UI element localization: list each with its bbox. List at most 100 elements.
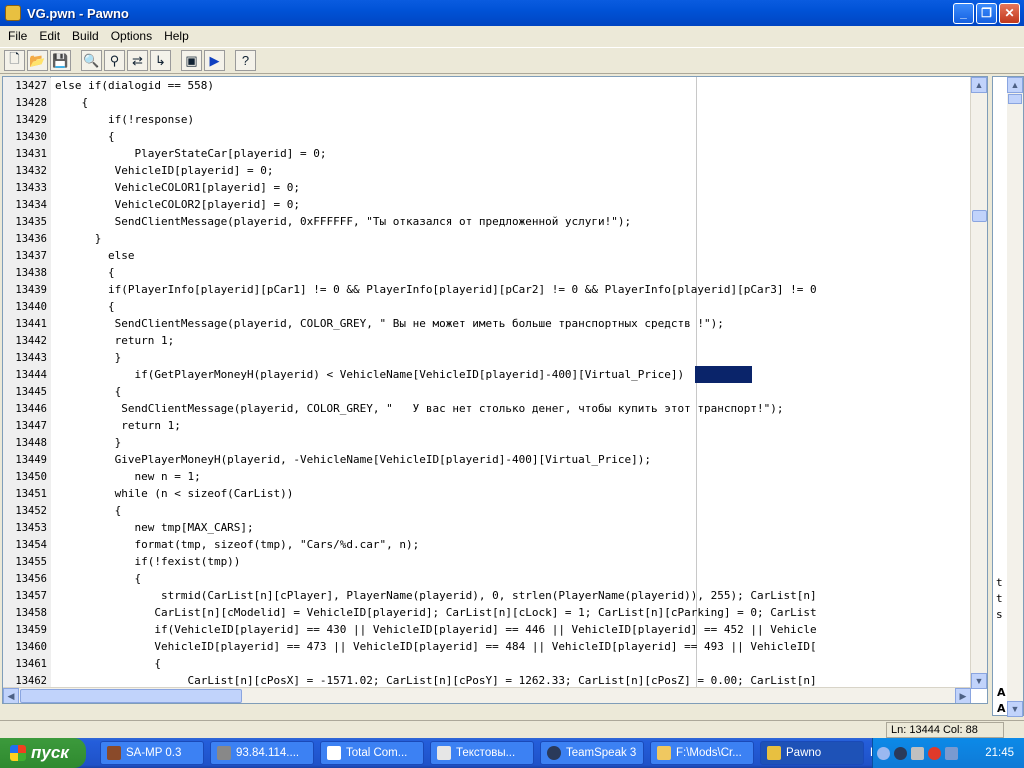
code-line[interactable]: 13460 VehicleID[playerid] == 473 || Vehi…	[3, 638, 971, 656]
vertical-scrollbar[interactable]: ▲ ▼	[970, 77, 987, 689]
menu-help[interactable]: Help	[158, 29, 195, 43]
line-text[interactable]: GivePlayerMoneyH(playerid, -VehicleName[…	[51, 451, 651, 468]
pane-scroll-thumb[interactable]	[1008, 94, 1022, 104]
code-line[interactable]: 13458 CarList[n][cModelid] = VehicleID[p…	[3, 604, 971, 622]
line-text[interactable]: {	[51, 570, 141, 587]
line-text[interactable]: new tmp[MAX_CARS];	[51, 519, 253, 536]
code-line[interactable]: 13443 }	[3, 349, 971, 367]
code-line[interactable]: 13433 VehicleCOLOR1[playerid] = 0;	[3, 179, 971, 197]
line-text[interactable]: }	[51, 349, 122, 366]
line-text[interactable]: {	[51, 502, 122, 519]
run-icon[interactable]: ▶	[204, 50, 225, 71]
line-text[interactable]: format(tmp, sizeof(tmp), "Cars/%d.car", …	[51, 536, 419, 553]
task-text-editor[interactable]: Текстовы...	[430, 741, 534, 765]
line-text[interactable]: {	[51, 655, 161, 672]
code-line[interactable]: 13444 if(GetPlayerMoneyH(playerid) < Veh…	[3, 366, 971, 384]
code-line[interactable]: 13454 format(tmp, sizeof(tmp), "Cars/%d.…	[3, 536, 971, 554]
task-teamspeak[interactable]: TeamSpeak 3	[540, 741, 644, 765]
line-text[interactable]: SendClientMessage(playerid, COLOR_GREY, …	[51, 315, 724, 332]
code-line[interactable]: 13440 {	[3, 298, 971, 316]
code-area[interactable]: 13427 else if(dialogid == 558) 13428 {1342…	[3, 77, 971, 689]
code-line[interactable]: 13428 {	[3, 94, 971, 112]
code-line[interactable]: 13435 SendClientMessage(playerid, 0xFFFF…	[3, 213, 971, 231]
line-text[interactable]: SendClientMessage(playerid, 0xFFFFFF, "Т…	[51, 213, 632, 230]
line-text[interactable]: return 1;	[51, 417, 181, 434]
compile-icon[interactable]: ▣	[181, 50, 202, 71]
task-network[interactable]: 93.84.114....	[210, 741, 314, 765]
start-button[interactable]: пуск	[0, 738, 86, 768]
code-line[interactable]: 13442 return 1;	[3, 332, 971, 350]
line-text[interactable]: PlayerStateCar[playerid] = 0;	[51, 145, 326, 162]
code-line[interactable]: 13438 {	[3, 264, 971, 282]
menu-edit[interactable]: Edit	[33, 29, 66, 43]
opera-tray-icon[interactable]	[928, 746, 941, 760]
code-line[interactable]: 13439 if(PlayerInfo[playerid][pCar1] != …	[3, 281, 971, 299]
menu-file[interactable]: File	[2, 29, 33, 43]
code-line[interactable]: 13459 if(VehicleID[playerid] == 430 || V…	[3, 621, 971, 639]
horizontal-scroll-thumb[interactable]	[20, 689, 242, 703]
horizontal-scrollbar[interactable]: ◀ ▶	[3, 687, 971, 703]
function-list-pane[interactable]: t t s A A ▲ ▼	[992, 76, 1024, 717]
task-total-commander[interactable]: Total Com...	[320, 741, 424, 765]
menu-options[interactable]: Options	[105, 29, 158, 43]
code-editor[interactable]: 13427 else if(dialogid == 558) 13428 {1342…	[2, 76, 988, 704]
code-line[interactable]: 13451 while (n < sizeof(CarList))	[3, 485, 971, 503]
help-icon[interactable]: ?	[235, 50, 256, 71]
vertical-scroll-thumb[interactable]	[972, 210, 987, 222]
code-line[interactable]: 13450 new n = 1;	[3, 468, 971, 486]
line-text[interactable]: {	[51, 94, 88, 111]
scroll-right-icon[interactable]: ▶	[955, 688, 971, 703]
code-line[interactable]: 13461 {	[3, 655, 971, 673]
code-line[interactable]: 13448 }	[3, 434, 971, 452]
scroll-up-icon[interactable]: ▲	[971, 77, 987, 93]
line-text[interactable]: new n = 1;	[51, 468, 200, 485]
task-samp[interactable]: SA-MP 0.3	[100, 741, 204, 765]
code-line[interactable]: 13449 GivePlayerMoneyH(playerid, -Vehicl…	[3, 451, 971, 469]
line-text[interactable]: VehicleID[playerid] = 0;	[51, 162, 274, 179]
line-text[interactable]: SendClientMessage(playerid, COLOR_GREY, …	[51, 400, 783, 417]
code-line[interactable]: 13432 VehicleID[playerid] = 0;	[3, 162, 971, 180]
find-next-icon[interactable]: ⚲	[104, 50, 125, 71]
code-line[interactable]: 13434 VehicleCOLOR2[playerid] = 0;	[3, 196, 971, 214]
code-line[interactable]: 13441 SendClientMessage(playerid, COLOR_…	[3, 315, 971, 333]
code-line[interactable]: 13446 SendClientMessage(playerid, COLOR_…	[3, 400, 971, 418]
task-folder[interactable]: F:\Mods\Cr...	[650, 741, 754, 765]
line-text[interactable]: {	[51, 264, 115, 281]
code-line[interactable]: 13445 {	[3, 383, 971, 401]
find-icon[interactable]: 🔍	[81, 50, 102, 71]
line-text[interactable]: }	[51, 230, 102, 247]
line-text[interactable]: {	[51, 383, 122, 400]
line-text[interactable]: if(!fexist(tmp))	[51, 553, 240, 570]
scroll-down-icon[interactable]: ▼	[971, 673, 987, 689]
maximize-button[interactable]: ❐	[976, 2, 997, 24]
line-text[interactable]: else	[51, 247, 135, 264]
line-text[interactable]: }	[51, 434, 122, 451]
code-line[interactable]: 13427 else if(dialogid == 558)	[3, 77, 971, 95]
line-text[interactable]: if(VehicleID[playerid] == 430 || Vehicle…	[51, 621, 816, 638]
line-text[interactable]: if(GetPlayerMoneyH(playerid) < VehicleNa…	[51, 366, 684, 383]
open-icon[interactable]: 📂	[27, 50, 48, 71]
pane-scrollbar[interactable]: ▲ ▼	[1007, 77, 1023, 717]
close-button[interactable]: ✕	[999, 2, 1020, 24]
minimize-button[interactable]: _	[953, 2, 974, 24]
line-text[interactable]: VehicleCOLOR1[playerid] = 0;	[51, 179, 300, 196]
code-line[interactable]: 13452 {	[3, 502, 971, 520]
code-line[interactable]: 13447 return 1;	[3, 417, 971, 435]
new-icon[interactable]: 🗋	[4, 50, 25, 71]
line-text[interactable]: CarList[n][cModelid] = VehicleID[playeri…	[51, 604, 816, 621]
pane-scroll-down-icon[interactable]: ▼	[1007, 701, 1023, 717]
line-text[interactable]: {	[51, 298, 115, 315]
clock[interactable]: 21:45	[985, 747, 1014, 759]
code-line[interactable]: 13431 PlayerStateCar[playerid] = 0;	[3, 145, 971, 163]
teamspeak-tray-icon[interactable]	[894, 746, 907, 760]
code-line[interactable]: 13457 strmid(CarList[n][cPlayer], Player…	[3, 587, 971, 605]
code-line[interactable]: 13429 if(!response)	[3, 111, 971, 129]
save-icon[interactable]: 💾	[50, 50, 71, 71]
volume-tray-icon[interactable]	[945, 746, 958, 760]
line-text[interactable]: else if(dialogid == 558)	[51, 77, 214, 94]
line-text[interactable]: VehicleID[playerid] == 473 || VehicleID[…	[51, 638, 816, 655]
line-text[interactable]: if(PlayerInfo[playerid][pCar1] != 0 && P…	[51, 281, 817, 298]
line-text[interactable]: VehicleCOLOR2[playerid] = 0;	[51, 196, 300, 213]
task-pawno[interactable]: Pawno	[760, 741, 864, 765]
menu-build[interactable]: Build	[66, 29, 105, 43]
